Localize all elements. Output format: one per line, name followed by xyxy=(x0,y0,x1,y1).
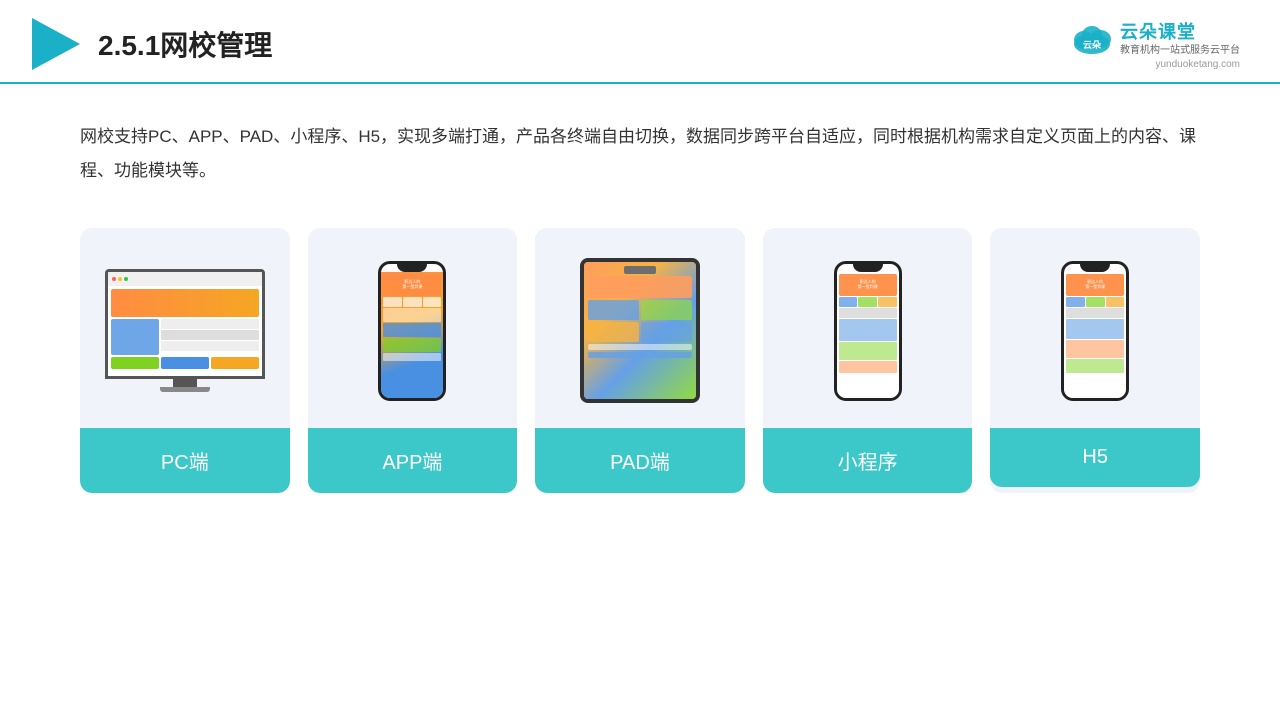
logo-slogan: 教育机构一站式服务云平台 xyxy=(1120,44,1240,58)
card-pad-label: PAD端 xyxy=(535,428,745,493)
logo-cloud: 云朵 云朵课堂 教育机构一站式服务云平台 xyxy=(1070,18,1240,58)
card-pc-image xyxy=(80,228,290,428)
phone-notch xyxy=(397,264,427,272)
pc-mockup xyxy=(100,269,270,392)
header-left: 2.5.1网校管理 xyxy=(30,18,272,70)
card-miniprogram: 职达人的第一堂判课 小程序 xyxy=(763,228,973,493)
description-text: 网校支持PC、APP、PAD、小程序、H5，实现多端打通，产品各终端自由切换，数… xyxy=(80,120,1200,188)
pc-screen xyxy=(105,269,265,379)
card-h5: 职达人的第一堂判课 H5 xyxy=(990,228,1200,493)
card-app: 职达人的第一堂判课 APP端 xyxy=(308,228,518,493)
card-pad-image xyxy=(535,228,745,428)
pc-stand xyxy=(160,387,210,392)
h5-phone-mockup: 职达人的第一堂判课 xyxy=(1061,261,1129,401)
play-icon xyxy=(30,18,82,70)
card-h5-label: H5 xyxy=(990,428,1200,487)
card-pc-label: PC端 xyxy=(80,428,290,493)
phone-notch-3 xyxy=(1080,264,1110,272)
header: 2.5.1网校管理 云朵 云朵课堂 教育机构一站式服务云平台 yunduoket… xyxy=(0,0,1280,84)
card-pc: PC端 xyxy=(80,228,290,493)
miniprogram-phone-mockup: 职达人的第一堂判课 xyxy=(834,261,902,401)
card-miniprogram-label: 小程序 xyxy=(763,428,973,493)
logo-url: yunduoketang.com xyxy=(1155,59,1240,70)
logo-name: 云朵课堂 xyxy=(1120,18,1240,44)
svg-text:云朵: 云朵 xyxy=(1083,40,1102,50)
logo-text-block: 云朵课堂 教育机构一站式服务云平台 xyxy=(1120,18,1240,58)
phone-notch-2 xyxy=(853,264,883,272)
card-app-label: APP端 xyxy=(308,428,518,493)
card-miniprogram-image: 职达人的第一堂判课 xyxy=(763,228,973,428)
pc-base xyxy=(173,379,197,387)
page-title: 2.5.1网校管理 xyxy=(98,24,272,64)
app-phone-mockup: 职达人的第一堂判课 xyxy=(378,261,446,401)
card-pad: PAD端 xyxy=(535,228,745,493)
card-app-image: 职达人的第一堂判课 xyxy=(308,228,518,428)
tablet-screen xyxy=(584,262,696,399)
tablet-mockup xyxy=(580,258,700,403)
cloud-logo-icon: 云朵 xyxy=(1070,22,1114,54)
cards-container: PC端 职达人的第一堂判课 xyxy=(0,208,1280,523)
logo-area: 云朵 云朵课堂 教育机构一站式服务云平台 yunduoketang.com xyxy=(1070,18,1240,70)
tablet-content xyxy=(584,262,696,399)
description: 网校支持PC、APP、PAD、小程序、H5，实现多端打通，产品各终端自由切换，数… xyxy=(0,84,1280,208)
card-h5-image: 职达人的第一堂判课 xyxy=(990,228,1200,428)
